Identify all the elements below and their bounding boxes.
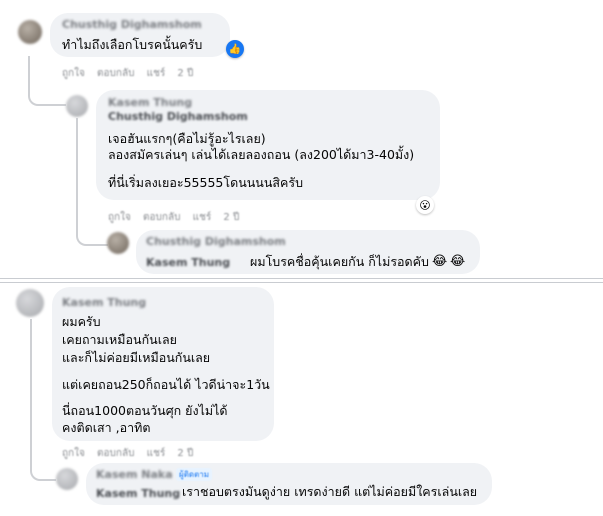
timestamp[interactable]: 2 ปี xyxy=(177,68,193,79)
mention-tag[interactable]: Kasem Thung xyxy=(96,487,180,500)
comment-text: เราชอบตรงมันดูง่าย เทรดง่ายดี แต่ไม่ค่อย… xyxy=(182,484,478,499)
avatar[interactable] xyxy=(66,95,88,117)
avatar[interactable] xyxy=(16,289,44,317)
like-link[interactable]: ถูกใจ xyxy=(108,212,131,223)
like-icon[interactable]: 👍 xyxy=(226,40,244,58)
laugh-cry-emoji-icon: 😂 xyxy=(432,254,448,269)
comment-bubble: Kasem Thung Chusthig Dighamshom เจอฮันแร… xyxy=(96,90,440,200)
comment-author[interactable]: Kasem Thung xyxy=(108,96,192,109)
comment-text-line: เจอฮันแรกๆ(คือไม่รู้อะไรเลย) xyxy=(108,131,266,146)
comment-text-line: ที่นี่เริ่มลงเยอะ55555โดนนนนสิครับ xyxy=(108,175,304,190)
avatar[interactable] xyxy=(18,20,42,44)
comment-text-line: นี่ถอน1000ตอนวันศุก ยังไม่ได้ xyxy=(62,403,228,418)
mention-tag[interactable]: Chusthig Dighamshom xyxy=(108,110,248,123)
comment-text-line: ลองสมัครเล่นๆ เล่นได้เลยลองถอน (ลง200ได้… xyxy=(108,147,415,162)
comment-author[interactable]: Chusthig Dighamshom xyxy=(62,18,202,31)
comment-actions: ถูกใจ ตอบกลับ แชร์ 2 ปี xyxy=(108,210,248,225)
comment-text-line: แต่เคยถอน250ก็ถอนได้ ไวดีน่าจะ1วัน xyxy=(62,377,270,392)
comment-text-line: คงติดเสา ,อาทิต xyxy=(62,420,151,435)
comment-text: ทำไมถึงเลือกโบรคนั้นครับ xyxy=(62,37,203,52)
timestamp[interactable]: 2 ปี xyxy=(223,212,239,223)
thread-line xyxy=(76,118,108,246)
reply-link[interactable]: ตอบกลับ xyxy=(97,68,134,79)
share-link[interactable]: แชร์ xyxy=(147,68,166,79)
comment-author[interactable]: Kasem Thung xyxy=(62,296,146,309)
comment-text-line: เคยถามเหมือนกันเลย xyxy=(62,332,177,347)
follower-badge: ผู้ติดตาม xyxy=(176,468,213,481)
wow-emoji-icon[interactable]: 😮 xyxy=(416,196,434,214)
mention-tag[interactable]: Kasem Thung xyxy=(146,256,230,269)
comment-text-line: ผมครับ xyxy=(62,314,101,329)
laugh-cry-emoji-icon: 😂 xyxy=(450,254,466,269)
comment-text-line: และก็ไม่ค่อยมีเหมือนกันเลย xyxy=(62,350,211,365)
comment-author[interactable]: Chusthig Dighamshom xyxy=(146,235,286,248)
comment-actions: ถูกใจ ตอบกลับ แชร์ 2 ปี xyxy=(62,66,202,81)
top-screenshot-panel: Chusthig Dighamshom ทำไมถึงเลือกโบรคนั้น… xyxy=(0,0,603,279)
comment-text: ผมโบรคชื่อคุ้นเคยกัน ก็ไม่รอดคับ xyxy=(250,254,429,269)
thread-line xyxy=(28,56,66,106)
bottom-screenshot-panel: Kasem Thung ผมครับ เคยถามเหมือนกันเลย แล… xyxy=(0,282,603,516)
timestamp[interactable]: 2 ปี xyxy=(177,448,193,459)
avatar[interactable] xyxy=(107,232,129,254)
share-link[interactable]: แชร์ xyxy=(193,212,212,223)
comment-bubble: Chusthig Dighamshom Kasem Thung ผมโบรคชื… xyxy=(136,230,480,274)
like-link[interactable]: ถูกใจ xyxy=(62,448,85,459)
share-link[interactable]: แชร์ xyxy=(147,448,166,459)
comment-bubble: Kasem Thung ผมครับ เคยถามเหมือนกันเลย แล… xyxy=(52,287,274,441)
reply-link[interactable]: ตอบกลับ xyxy=(143,212,180,223)
comment-bubble: Kasem Naka ผู้ติดตาม Kasem Thung เราชอบต… xyxy=(86,463,492,505)
comment-actions: ถูกใจ ตอบกลับ แชร์ 2 ปี xyxy=(62,446,202,461)
thread-line xyxy=(30,319,56,481)
comment-author[interactable]: Kasem Naka xyxy=(96,468,173,481)
avatar[interactable] xyxy=(56,468,78,490)
comment-bubble: Chusthig Dighamshom ทำไมถึงเลือกโบรคนั้น… xyxy=(50,13,230,57)
reply-link[interactable]: ตอบกลับ xyxy=(97,448,134,459)
